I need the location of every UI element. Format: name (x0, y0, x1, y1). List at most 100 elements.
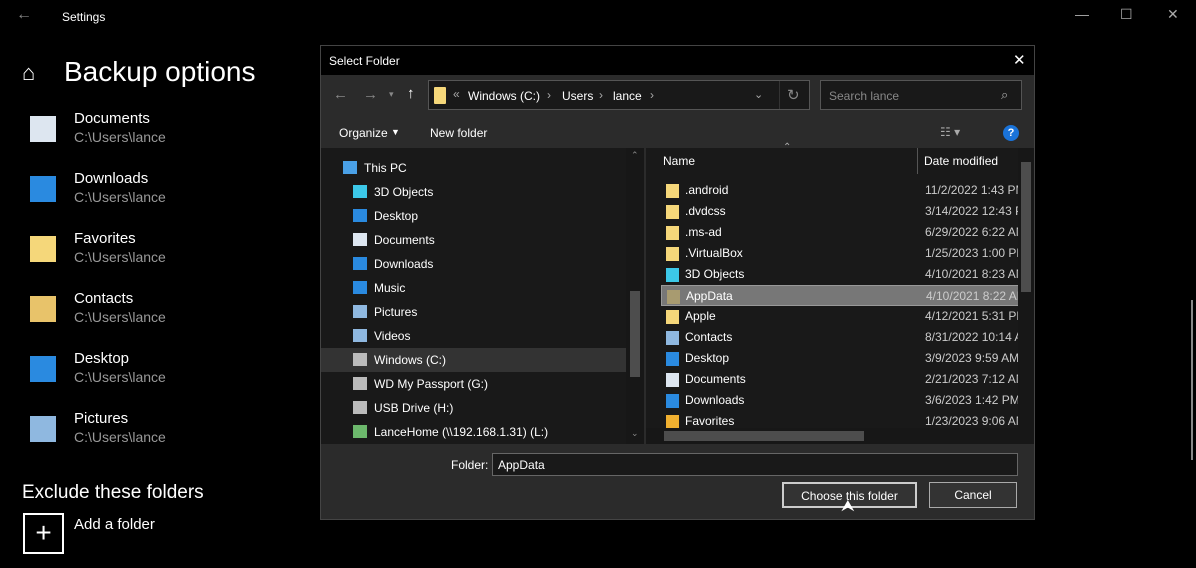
breadcrumb-item[interactable]: Windows (C:) (468, 89, 540, 103)
scrollbar[interactable] (1191, 300, 1193, 460)
favorites-icon (30, 236, 56, 262)
mouse-cursor-icon: ⮝ (841, 498, 855, 516)
nav-item-icon (343, 161, 357, 174)
file-vscrollbar[interactable] (1018, 148, 1034, 428)
folder-icon (666, 184, 679, 198)
cancel-button[interactable]: Cancel (929, 482, 1017, 508)
nav-item-icon (353, 425, 367, 438)
file-row[interactable]: Contacts 8/31/2022 10:14 AM (661, 327, 1019, 348)
file-row[interactable]: 3D Objects 4/10/2021 8:23 AM (661, 264, 1019, 285)
nav-item-icon (353, 353, 367, 366)
forward-arrow-icon[interactable]: → (363, 86, 378, 103)
nav-item[interactable]: Videos (321, 324, 626, 348)
nav-item-icon (353, 233, 367, 246)
navigation-pane: This PC 3D Objects Desktop Documents Dow… (321, 148, 644, 444)
up-arrow-icon[interactable]: ↑ (407, 85, 415, 102)
nav-item[interactable]: USB Drive (H:) (321, 396, 626, 420)
file-row[interactable]: .android 11/2/2022 1:43 PM (661, 180, 1019, 201)
file-hscrollbar[interactable] (646, 428, 1034, 444)
folder-icon (434, 87, 446, 104)
folder-icon (666, 247, 679, 261)
file-row[interactable]: .dvdcss 3/14/2022 12:43 PM (661, 201, 1019, 222)
nav-item[interactable]: This PC (321, 156, 626, 180)
backup-folder-item[interactable]: Contacts C:\Users\lance (30, 290, 310, 334)
backup-folder-item[interactable]: Pictures C:\Users\lance (30, 410, 310, 454)
dialog-title: Select Folder (329, 54, 400, 68)
nav-item[interactable]: Downloads (321, 252, 626, 276)
file-row[interactable]: Desktop 3/9/2023 9:59 AM (661, 348, 1019, 369)
contacts-icon (30, 296, 56, 322)
nav-item[interactable]: LanceHome (\\192.168.1.31) (L:) (321, 420, 626, 444)
file-row[interactable]: AppData 4/10/2021 8:22 AM (661, 285, 1019, 306)
nav-item-icon (353, 281, 367, 294)
back-button[interactable]: ← (16, 6, 32, 24)
close-window-button[interactable]: ✕ (1167, 6, 1179, 23)
add-folder-label[interactable]: Add a folder (74, 516, 155, 533)
address-dropdown-icon[interactable]: ⌄ (754, 88, 763, 101)
add-folder-button[interactable]: + (23, 513, 64, 554)
nav-item[interactable]: Pictures (321, 300, 626, 324)
nav-item[interactable]: Windows (C:) (321, 348, 626, 372)
desktop-icon (30, 356, 56, 382)
search-icon[interactable]: ⌕ (1001, 87, 1008, 103)
breadcrumb-item[interactable]: lance (613, 89, 642, 103)
maximize-button[interactable]: ☐ (1120, 6, 1133, 23)
nav-item-icon (353, 305, 367, 318)
nav-item-icon (353, 185, 367, 198)
file-row[interactable]: Downloads 3/6/2023 1:42 PM (661, 390, 1019, 411)
folder-input[interactable]: AppData (492, 453, 1018, 476)
folder-icon (666, 373, 679, 387)
backup-folder-item[interactable]: Desktop C:\Users\lance (30, 350, 310, 394)
back-arrow-icon[interactable]: ← (333, 86, 348, 103)
folder-icon (666, 331, 679, 345)
documents-icon (30, 116, 56, 142)
refresh-icon[interactable]: ↻ (787, 86, 800, 104)
folder-icon (666, 226, 679, 240)
pictures-icon (30, 416, 56, 442)
column-header-name[interactable]: Name (663, 154, 695, 168)
file-row[interactable]: Documents 2/21/2023 7:12 AM (661, 369, 1019, 390)
folder-icon (666, 394, 679, 408)
nav-item[interactable]: 3D Objects (321, 180, 626, 204)
view-options-icon[interactable]: ☷ ▾ (940, 125, 960, 139)
file-row[interactable]: .VirtualBox 1/25/2023 1:00 PM (661, 243, 1019, 264)
minimize-button[interactable]: — (1075, 6, 1089, 22)
exclude-heading: Exclude these folders (22, 482, 204, 504)
nav-item-icon (353, 401, 367, 414)
folder-icon (666, 352, 679, 366)
home-icon[interactable]: ⌂ (22, 60, 35, 86)
search-input[interactable]: Search lance ⌕ (820, 80, 1022, 110)
downloads-icon (30, 176, 56, 202)
select-folder-dialog: Select Folder ✕ ← → ▾ ↑ « Windows (C:) ›… (320, 45, 1035, 520)
backup-folder-item[interactable]: Downloads C:\Users\lance (30, 170, 310, 214)
nav-scrollbar[interactable]: ⌃ ⌄ (626, 148, 644, 444)
organize-button[interactable]: Organize (339, 126, 388, 140)
recent-chevron-icon[interactable]: ▾ (389, 89, 394, 100)
dialog-close-button[interactable]: ✕ (1013, 51, 1026, 69)
backup-folder-item[interactable]: Documents C:\Users\lance (30, 110, 310, 154)
folder-icon (666, 268, 679, 282)
folder-icon (667, 290, 680, 304)
new-folder-button[interactable]: New folder (430, 126, 487, 140)
folder-icon (666, 310, 679, 324)
file-row[interactable]: .ms-ad 6/29/2022 6:22 AM (661, 222, 1019, 243)
nav-item[interactable]: Documents (321, 228, 626, 252)
nav-item-icon (353, 209, 367, 222)
address-bar[interactable]: « Windows (C:) › Users › lance › ⌄ ↻ (428, 80, 810, 110)
page-title: Backup options (64, 56, 255, 88)
nav-item[interactable]: Desktop (321, 204, 626, 228)
folder-icon (666, 205, 679, 219)
folder-icon (666, 415, 679, 429)
file-row[interactable]: Apple 4/12/2021 5:31 PM (661, 306, 1019, 327)
nav-item[interactable]: WD My Passport (G:) (321, 372, 626, 396)
dialog-titlebar: Select Folder ✕ (321, 46, 1034, 75)
column-header-date[interactable]: Date modified (924, 154, 998, 168)
window-title: Settings (62, 10, 105, 24)
help-icon[interactable]: ? (1003, 125, 1019, 141)
nav-item-icon (353, 377, 367, 390)
nav-item[interactable]: Music (321, 276, 626, 300)
folder-label: Folder: (451, 458, 488, 472)
breadcrumb-item[interactable]: Users (562, 89, 593, 103)
nav-item-icon (353, 257, 367, 270)
backup-folder-item[interactable]: Favorites C:\Users\lance (30, 230, 310, 274)
